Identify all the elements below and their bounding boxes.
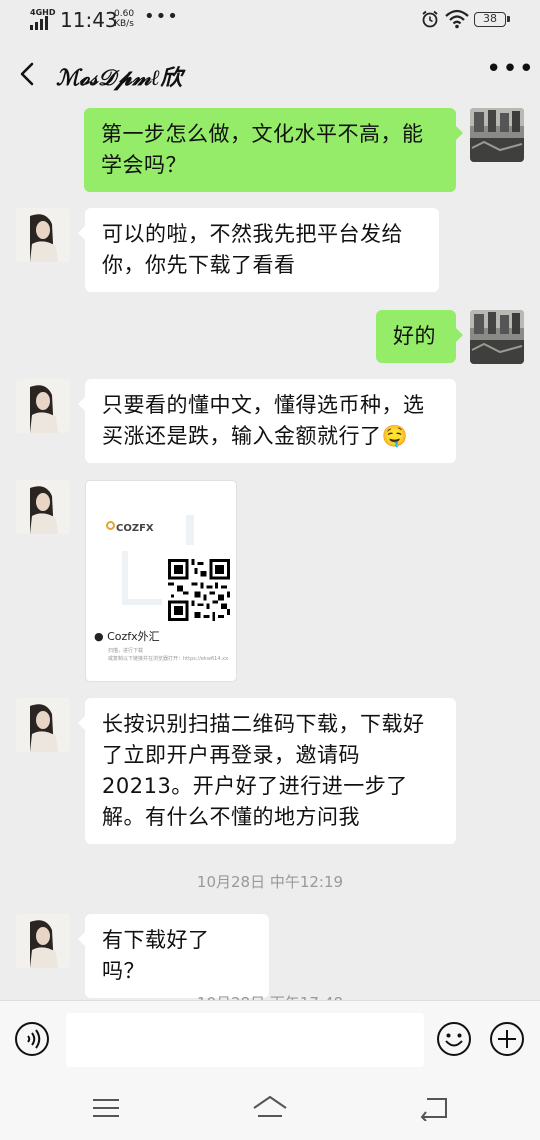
my-avatar[interactable] [470, 310, 524, 364]
more-options-button[interactable]: ••• [486, 56, 534, 86]
message-input[interactable] [66, 1013, 424, 1067]
image-message[interactable]: COZFX ● Cozfx外汇 扫描，进行下载 或复制以下链接并在浏览器打开：h… [85, 480, 237, 682]
decorative-shape [122, 551, 128, 605]
message-timestamp: 10月28日 中午12:19 [196, 873, 344, 891]
my-avatar[interactable] [470, 108, 524, 162]
network-speed: 0.60 KB/s [114, 9, 134, 29]
contact-avatar[interactable] [16, 698, 70, 752]
plus-icon[interactable] [489, 1021, 525, 1057]
card-link-note: 或复制以下链接并在浏览器打开：https://ekw614.xx [108, 656, 229, 662]
message-bubble-received[interactable]: 有下载好了吗？ [78, 914, 269, 998]
decorative-shape [186, 515, 194, 545]
card-note: 扫描，进行下载 [108, 648, 144, 654]
clock: 11:43 [60, 8, 118, 32]
app-name-row: ● Cozfx外汇 [94, 628, 160, 644]
back-arrow-icon[interactable] [14, 58, 44, 90]
battery-indicator: 38 [474, 12, 510, 27]
contact-avatar[interactable] [16, 480, 70, 534]
contact-avatar[interactable] [16, 914, 70, 968]
system-navigation-bar [0, 1078, 540, 1140]
logo-icon [106, 521, 115, 530]
status-bar: 4GHD 11:43 0.60 KB/s ••• 38 [0, 0, 540, 42]
menu-icon[interactable] [92, 1097, 120, 1119]
apple-icon: ● [94, 630, 104, 643]
qr-code-icon[interactable] [168, 559, 230, 621]
app-name: Cozfx外汇 [107, 630, 160, 643]
message-bubble-received[interactable]: 只要看的懂中文，懂得选币种，选买涨还是跌，输入金额就行了🤤 [78, 379, 456, 463]
decorative-shape [122, 599, 162, 605]
speed-unit: KB/s [114, 19, 134, 29]
emoji-icon[interactable] [436, 1021, 472, 1057]
message-bubble-received[interactable]: 长按识别扫描二维码下载，下载好了立即开户再登录，邀请码20213。开户好了进行进… [78, 698, 456, 844]
wifi-icon [445, 9, 469, 29]
app-logo-text: COZFX [116, 523, 154, 534]
message-bubble-sent[interactable]: 第一步怎么做，文化水平不高，能学会吗？ [84, 108, 463, 192]
contact-avatar[interactable] [16, 379, 70, 433]
voice-icon[interactable] [14, 1021, 50, 1057]
alarm-icon [422, 10, 438, 28]
home-icon[interactable] [252, 1094, 288, 1122]
contact-avatar[interactable] [16, 208, 70, 262]
message-bubble-received[interactable]: 可以的啦，不然我先把平台发给你，你先下载了看看 [78, 208, 439, 292]
system-back-icon[interactable] [420, 1095, 448, 1121]
message-bubble-sent[interactable]: 好的 [376, 310, 463, 363]
signal-icon: 4GHD [30, 8, 55, 30]
chat-header: ℳ𝓸𝓈𝒟𝓹𝓂ℓ欣 ••• [0, 42, 540, 106]
chat-title: ℳ𝓸𝓈𝒟𝓹𝓂ℓ欣 [56, 65, 183, 91]
notification-more: ••• [144, 6, 179, 27]
speed-value: 0.60 [114, 9, 135, 19]
chat-input-bar [0, 1000, 540, 1079]
